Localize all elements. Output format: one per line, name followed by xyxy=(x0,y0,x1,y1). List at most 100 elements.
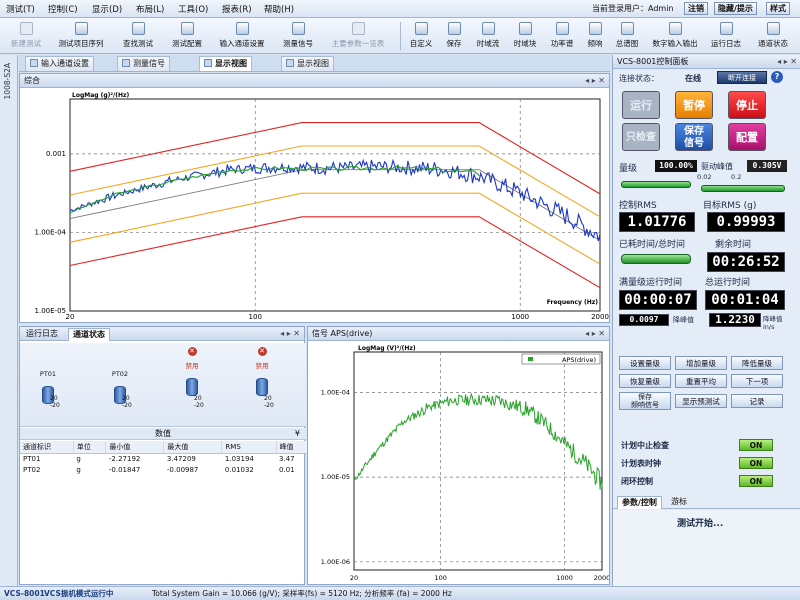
tab-input-channel[interactable]: 输入通道设置 xyxy=(25,56,94,71)
remaining-label: 剩余时间 xyxy=(715,240,752,250)
check-only-button[interactable]: 只检查 xyxy=(622,123,660,151)
record-button[interactable]: 记录 xyxy=(731,394,783,408)
logout-button[interactable]: 注销 xyxy=(684,2,708,15)
column-header[interactable]: 峰值 xyxy=(276,441,311,454)
input-channel-button[interactable]: 输入通道设置 xyxy=(212,20,272,52)
column-header[interactable]: 最大值 xyxy=(163,441,223,454)
channel-status-icon xyxy=(766,22,780,35)
config-button[interactable]: 测试配置 xyxy=(166,20,208,52)
channel-cylinder-icon xyxy=(186,378,198,396)
style-button[interactable]: 样式 xyxy=(766,2,790,15)
main-x-tick: 1000 xyxy=(511,313,529,321)
tab-measure-signal[interactable]: 测量信号 xyxy=(117,56,170,71)
elapsed-label: 已耗时间/总时间 xyxy=(619,240,686,250)
freq-response-button[interactable]: 频响 xyxy=(582,20,608,52)
custom-button[interactable]: 自定义 xyxy=(406,20,436,52)
tab-cursor[interactable]: 游标 xyxy=(667,496,691,509)
new-test-button[interactable]: 新建测试 xyxy=(4,20,48,52)
tab-display-view-1[interactable]: 显示视图 xyxy=(199,56,252,71)
panel-controls-icon[interactable]: ◂ ▸ ✕ xyxy=(280,327,300,340)
main-x-tick: 2000 xyxy=(591,313,609,321)
peak-unit: 降峰值 in/s xyxy=(763,315,783,331)
channel-status-panel: 运行日志 通道状态 ◂ ▸ ✕ PT01 20 -20 PT02 20 -20 ✕ … xyxy=(19,326,311,585)
control-panel-title: VCS-8001控制面板 ◂ ▸ ✕ xyxy=(613,55,800,69)
tab-display-view-2[interactable]: 显示视图 xyxy=(281,56,334,71)
main-y-tick: 1.00E-04 xyxy=(35,228,67,236)
level-label: 量级 xyxy=(619,164,638,174)
menu-control[interactable]: 控制(C) xyxy=(48,3,78,15)
channel-pt02[interactable]: PT02 20 -20 xyxy=(100,357,140,409)
side-strip-label[interactable]: 1008-S2A xyxy=(3,63,15,99)
show-pretest-button[interactable]: 显示预测试 xyxy=(675,394,727,408)
closed-loop-label: 闭环控制 xyxy=(621,477,653,486)
find-test-button[interactable]: 查找测试 xyxy=(114,20,162,52)
menu-test[interactable]: 测试(T) xyxy=(6,3,35,15)
stop-button[interactable]: 停止 xyxy=(728,91,766,119)
channel-disabled-3[interactable]: ✕ 禁用 20 -20 xyxy=(172,347,212,409)
column-header[interactable]: 单位 xyxy=(73,441,107,454)
menu-report[interactable]: 报表(R) xyxy=(222,3,252,15)
time-stream-button[interactable]: 时域流 xyxy=(471,20,505,52)
panel-controls-icon[interactable]: ◂ ▸ ✕ xyxy=(585,327,605,340)
column-header[interactable]: RMS xyxy=(221,441,277,454)
digital-io-button[interactable]: 数字输入输出 xyxy=(646,20,704,52)
status-app: VCS-8001 xyxy=(4,589,45,598)
level-runtime-value: 00:00:07 xyxy=(619,290,697,310)
chevron-down-icon[interactable]: ¥ xyxy=(295,428,300,439)
next-item-button[interactable]: 下一项 xyxy=(731,374,783,388)
decrease-level-button[interactable]: 降低量级 xyxy=(731,356,783,370)
table-cell: 1.03194 xyxy=(224,455,254,464)
reset-average-button[interactable]: 重置平均 xyxy=(675,374,727,388)
config-icon xyxy=(180,22,194,35)
tab-params-control[interactable]: 参数/控制 xyxy=(617,496,662,509)
menu-help[interactable]: 帮助(H) xyxy=(264,3,294,15)
run-log-button[interactable]: 运行日志 xyxy=(706,20,746,52)
table-row[interactable]: PT01 g -2.27192 3.47209 1.03194 3.47 xyxy=(20,454,310,465)
menu-tools[interactable]: 工具(O) xyxy=(178,3,208,15)
menu-display[interactable]: 显示(D) xyxy=(92,3,122,15)
side-strip: 1008-S2A xyxy=(0,55,18,586)
level-runtime-label: 满量级运行时间 xyxy=(619,278,683,288)
power-spectrum-button[interactable]: 功率谱 xyxy=(545,20,579,52)
toolbar-separator xyxy=(400,22,401,50)
save-signal-button[interactable]: 保存 信号 xyxy=(675,123,713,151)
panel-controls-icon[interactable]: ◂ ▸ ✕ xyxy=(585,74,605,87)
column-header[interactable]: 通道标识 xyxy=(20,441,74,454)
measure-signal-button[interactable]: 测量信号 xyxy=(276,20,320,52)
set-level-button[interactable]: 设置量级 xyxy=(619,356,671,370)
schedule-abort-check-toggle[interactable]: ON xyxy=(739,439,773,451)
menu-layout[interactable]: 布局(L) xyxy=(136,3,164,15)
closed-loop-toggle[interactable]: ON xyxy=(739,475,773,487)
help-icon[interactable]: ? xyxy=(771,71,783,83)
param-table-button[interactable]: 主要参数一览表 xyxy=(324,20,392,52)
panel-controls-icon[interactable]: ◂ ▸ ✕ xyxy=(777,55,797,68)
channel-cylinder-icon xyxy=(256,378,268,396)
disconnect-button[interactable]: 断开连接 xyxy=(717,71,767,84)
level-value: 100.00% xyxy=(655,160,697,172)
pause-button[interactable]: 暂停 xyxy=(675,91,713,119)
hide-prompt-button[interactable]: 隐藏/提示 xyxy=(714,2,757,15)
column-header[interactable]: 最小值 xyxy=(105,441,165,454)
tab-run-log[interactable]: 运行日志 xyxy=(22,328,62,341)
data-section-header[interactable]: 数值 ¥ xyxy=(20,428,306,440)
table-row[interactable]: PT02 g -0.01847 -0.00987 0.01032 0.01 xyxy=(20,465,310,476)
increase-level-button[interactable]: 增加量级 xyxy=(675,356,727,370)
sequence-button[interactable]: 测试项目序列 xyxy=(52,20,110,52)
time-block-button[interactable]: 时域块 xyxy=(508,20,542,52)
schedule-clock-toggle[interactable]: ON xyxy=(739,457,773,469)
tab-channel-status[interactable]: 通道状态 xyxy=(68,328,110,341)
table-cell: -0.01847 xyxy=(108,466,141,474)
menu-bar: 测试(T) 控制(C) 显示(D) 布局(L) 工具(O) 报表(R) 帮助(H… xyxy=(0,0,800,18)
aps-y-tick: 1.00E-06 xyxy=(321,558,350,566)
channel-pt01[interactable]: PT01 20 -20 xyxy=(28,357,68,409)
restore-level-button[interactable]: 恢复量级 xyxy=(619,374,671,388)
channel-status-button[interactable]: 通道状态 xyxy=(750,20,796,52)
config-panel-button[interactable]: 配置 xyxy=(728,123,766,151)
channel-disabled-4[interactable]: ✕ 禁用 20 -20 xyxy=(242,347,282,409)
channel-name: 禁用 xyxy=(185,362,199,370)
save-freq-response-button[interactable]: 保存 频响信号 xyxy=(619,392,671,410)
aps-x-tick: 1000 xyxy=(556,574,573,582)
spectrogram-button[interactable]: 总谱图 xyxy=(610,20,644,52)
save-button[interactable]: 保存 xyxy=(440,20,468,52)
run-button[interactable]: 运行 xyxy=(622,91,660,119)
